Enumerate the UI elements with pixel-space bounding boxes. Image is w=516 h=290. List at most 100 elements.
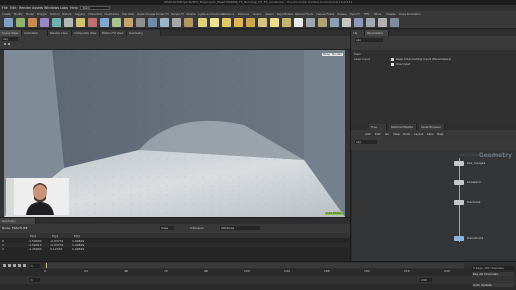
null-tool-icon[interactable] <box>64 18 73 27</box>
shelf-tab-pyro-fx[interactable]: Pyro FX <box>350 12 360 17</box>
caustic-light-tool-icon[interactable] <box>318 18 327 27</box>
shelf-tab-fem[interactable]: FEM <box>364 12 369 17</box>
shelf-tab-characters[interactable]: Characters <box>88 12 102 17</box>
viewport-path[interactable]: obj <box>2 37 18 41</box>
shelf-tab-polygon[interactable]: Polygon <box>37 12 47 17</box>
shelf-tab-oceans[interactable]: Oceans <box>337 12 347 17</box>
stereo-camera-tool-icon[interactable] <box>354 18 363 27</box>
node-transform[interactable] <box>454 236 464 241</box>
camera-tool-icon[interactable] <box>198 18 207 27</box>
metaball-tool-icon[interactable] <box>172 18 181 27</box>
shelf-tab-wires[interactable]: Wires <box>374 12 381 17</box>
shelf-tab-vellum[interactable]: Vellum <box>265 12 274 17</box>
sky-light-tool-icon[interactable] <box>294 18 303 27</box>
sphere-tool-icon[interactable] <box>16 18 25 27</box>
grid-tool-icon[interactable] <box>52 18 61 27</box>
net-menu-view[interactable]: View <box>393 130 400 138</box>
step-back-icon[interactable] <box>8 264 11 267</box>
current-frame[interactable]: 1 <box>30 264 40 268</box>
lsystem-tool-icon[interactable] <box>160 18 169 27</box>
switcher-tool-icon[interactable] <box>378 18 387 27</box>
start-frame[interactable]: 1 <box>30 278 40 282</box>
node-box-merge[interactable] <box>454 161 464 166</box>
node-fracture[interactable] <box>454 200 464 205</box>
net-menu-add[interactable]: Add <box>365 130 370 138</box>
play-reverse-icon[interactable] <box>3 264 6 267</box>
shelf-tab-simple-fx[interactable]: Simple FX <box>171 12 184 17</box>
play-forward-icon[interactable] <box>23 264 26 267</box>
net-menu-labs[interactable]: Labs <box>427 130 434 138</box>
persp-menu[interactable]: Persp <box>321 53 331 56</box>
platonic-tool-icon[interactable] <box>148 18 157 27</box>
shelf-tab-deform[interactable]: Deform <box>50 12 60 17</box>
shelf-tab-create[interactable]: Create <box>2 12 11 17</box>
parameters-node-name[interactable]: obj <box>355 38 383 42</box>
circle-tool-icon[interactable] <box>88 18 97 27</box>
shelf-tab-lights-cameras[interactable]: Lights and Cameras <box>198 12 224 17</box>
curve-tool-icon[interactable] <box>100 18 109 27</box>
attribute-filter[interactable]: Attribute <box>220 226 260 230</box>
stop-icon[interactable] <box>13 264 16 267</box>
col-pz[interactable]: P[z] <box>74 234 80 238</box>
line-tool-icon[interactable] <box>76 18 85 27</box>
shelf-tab-rigid-bodies[interactable]: Rigid Bodies <box>277 12 293 17</box>
network-graph[interactable]: Geometry Indie Edition box_merge1 boolea… <box>352 150 516 261</box>
forward-icon[interactable] <box>8 43 10 45</box>
box-tool-icon[interactable] <box>4 18 13 27</box>
ambient-light-tool-icon[interactable] <box>342 18 351 27</box>
playhead[interactable] <box>46 263 47 268</box>
font-tool-icon[interactable] <box>136 18 145 27</box>
tube-tool-icon[interactable] <box>28 18 37 27</box>
shelf-tab-grains[interactable]: Grains <box>253 12 261 17</box>
shelf-tab-guide-process[interactable]: Guide Process <box>137 12 155 17</box>
net-menu-edit[interactable]: Edit <box>375 130 380 138</box>
vr-camera-tool-icon[interactable] <box>366 18 375 27</box>
shelf-tab-modify[interactable]: Modify <box>14 12 23 17</box>
shelf-tab-rigging[interactable]: Rigging <box>75 12 85 17</box>
use-input-checkbox[interactable] <box>391 63 394 66</box>
auto-update-button[interactable]: Auto Update <box>472 283 514 287</box>
network-path[interactable]: obj <box>355 140 377 144</box>
intrinsics-menu[interactable]: Intrinsics <box>190 226 204 230</box>
point-light-tool-icon[interactable] <box>210 18 219 27</box>
col-py[interactable]: P[y] <box>52 234 58 238</box>
shelf-tab-model[interactable]: Model <box>26 12 34 17</box>
shelf-tab-volume[interactable]: Volume <box>186 12 196 17</box>
shelf-tab-drive-simulation[interactable]: Drive Simulation <box>399 12 421 17</box>
net-menu-go[interactable]: Go <box>385 130 389 138</box>
key-all-button[interactable]: Key All Channels <box>472 272 514 276</box>
spot-light-tool-icon[interactable] <box>222 18 231 27</box>
node-boolean[interactable] <box>454 180 464 185</box>
shelf-tab-terrain-fx[interactable]: Terrain FX <box>156 12 169 17</box>
volume-light-tool-icon[interactable] <box>258 18 267 27</box>
shelf-tab-collisions[interactable]: Collisions <box>222 12 234 17</box>
shelf-tab-constraints[interactable]: Constraints <box>104 12 119 17</box>
timeline-track[interactable] <box>44 263 464 268</box>
view-menu[interactable]: View <box>160 226 174 230</box>
net-menu-help[interactable]: Help <box>437 130 443 138</box>
keep-intersecting-checkbox[interactable] <box>391 58 394 61</box>
col-px[interactable]: P[x] <box>30 234 36 238</box>
gi-light-tool-icon[interactable] <box>306 18 315 27</box>
path-tool-icon[interactable] <box>112 18 121 27</box>
desktop-select[interactable]: Build <box>80 6 110 10</box>
distant-light-tool-icon[interactable] <box>270 18 279 27</box>
area-light-tool-icon[interactable] <box>234 18 243 27</box>
net-menu-layout[interactable]: Layout <box>414 130 424 138</box>
end-frame[interactable]: 240 <box>420 278 432 282</box>
spray-paint-tool-icon[interactable] <box>124 18 133 27</box>
file-tool-icon[interactable] <box>184 18 193 27</box>
shelf-tab-texture[interactable]: Texture <box>62 12 72 17</box>
step-forward-icon[interactable] <box>18 264 21 267</box>
geometry-light-tool-icon[interactable] <box>246 18 255 27</box>
portal-light-tool-icon[interactable] <box>330 18 339 27</box>
environment-light-tool-icon[interactable] <box>282 18 291 27</box>
camera-menu[interactable]: No cam <box>331 53 343 56</box>
shelf-tab-particles[interactable]: Particles <box>238 12 249 17</box>
torus-tool-icon[interactable] <box>40 18 49 27</box>
gamepad-camera-tool-icon[interactable] <box>390 18 399 27</box>
shelf-tab-viscous-fluids[interactable]: Viscous Fluids <box>316 12 334 17</box>
shelf-tab-hair-utils[interactable]: Hair Utils <box>122 12 134 17</box>
shelf-tab-particle-fluids[interactable]: Particle Fluids <box>295 12 313 17</box>
net-menu-tools[interactable]: Tools <box>403 130 410 138</box>
